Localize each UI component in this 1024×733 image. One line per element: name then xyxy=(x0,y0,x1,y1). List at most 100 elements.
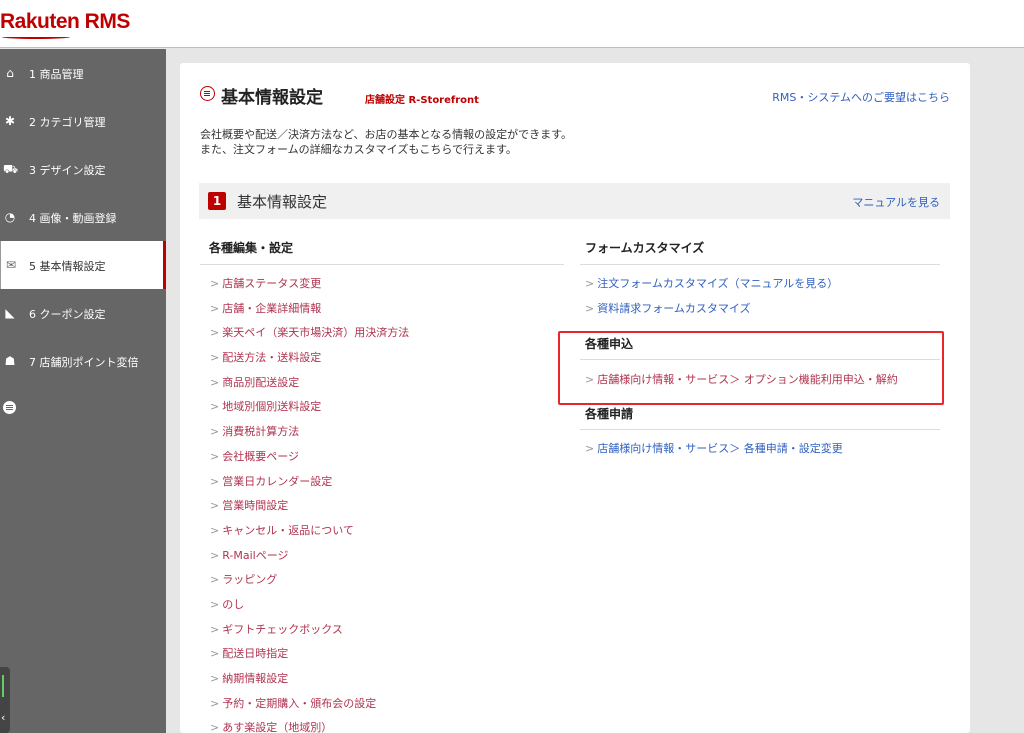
logo-text: Rakuten RMS xyxy=(0,10,130,33)
link-text[interactable]: 予約・定期購入・頒布会の設定 xyxy=(222,697,376,710)
link-item[interactable]: > R-Mailページ xyxy=(210,547,409,572)
sidebar-item-images[interactable]: ◔ 4 画像・動画登録 xyxy=(0,193,166,241)
link-text[interactable]: 配送日時指定 xyxy=(222,647,288,660)
sidebar-item-basic-settings[interactable]: ✉ 5 基本情報設定 xyxy=(0,241,166,289)
link-item[interactable]: > 店舗・企業詳細情報 xyxy=(210,300,409,325)
link-text[interactable]: 営業日カレンダー設定 xyxy=(222,475,332,488)
chevron-right-icon: > xyxy=(210,696,220,710)
link-item[interactable]: > 店舗ステータス変更 xyxy=(210,275,409,300)
link-text[interactable]: ギフトチェックボックス xyxy=(222,623,343,636)
sidebar-item-label: 5 基本情報設定 xyxy=(29,260,106,273)
chevron-right-icon: > xyxy=(210,548,220,562)
link-item[interactable]: > のし xyxy=(210,596,409,621)
form-customize-heading: フォームカスタマイズ xyxy=(585,241,705,255)
link-item[interactable]: > 地域別個別送料設定 xyxy=(210,398,409,423)
rakuten-rms-logo[interactable]: Rakuten RMS xyxy=(0,10,130,39)
main-panel: 基本情報設定 店舗設定 R-Storefront RMS・システムへのご要望はこ… xyxy=(180,63,970,733)
signal-bars-icon xyxy=(2,675,7,697)
sidebar-item-products[interactable]: ⌂ 1 商品管理 xyxy=(0,49,166,97)
link-item[interactable]: > 営業日カレンダー設定 xyxy=(210,473,409,498)
link-item[interactable]: > 納期情報設定 xyxy=(210,670,409,695)
link-text[interactable]: あす楽設定（地域別） xyxy=(222,721,332,733)
chevron-right-icon: > xyxy=(585,442,595,455)
link-text[interactable]: 商品別配送設定 xyxy=(222,376,299,389)
link-item[interactable]: > 楽天ペイ（楽天市場決済）用決済方法 xyxy=(210,324,409,349)
chevron-right-icon: > xyxy=(210,449,220,463)
link-item[interactable]: > 予約・定期購入・頒布会の設定 xyxy=(210,695,409,720)
divider xyxy=(580,264,940,265)
link-item[interactable]: > 注文フォームカスタマイズ（マニュアルを見る） xyxy=(585,275,838,300)
chat-icon: ✉ xyxy=(5,258,17,272)
sidebar-item-design[interactable]: ⛟ 3 デザイン設定 xyxy=(0,145,166,193)
page-subtitle: 店舗設定 R-Storefront xyxy=(365,95,479,106)
users-icon: ☗ xyxy=(4,354,16,368)
link-text[interactable]: 地域別個別送料設定 xyxy=(222,400,321,413)
link-text[interactable]: 納期情報設定 xyxy=(222,672,288,685)
pie-chart-icon: ◔ xyxy=(4,210,16,224)
page-description: 会社概要や配送／決済方法など、お店の基本となる情報の設定ができます。 また、注文… xyxy=(200,127,572,157)
logo-swoosh xyxy=(2,35,70,39)
link-item[interactable]: > キャンセル・返品について xyxy=(210,522,409,547)
megaphone-icon: ◣ xyxy=(5,306,15,320)
link-item[interactable]: > ラッピング xyxy=(210,571,409,596)
link-item[interactable]: > あす楽設定（地域別） xyxy=(210,719,409,733)
link-text[interactable]: 消費税計算方法 xyxy=(222,425,299,438)
rms-request-link[interactable]: RMS・システムへのご要望はこちら xyxy=(772,89,950,105)
link-text[interactable]: 楽天ペイ（楽天市場決済）用決済方法 xyxy=(222,326,409,339)
sidebar-item-label: 6 クーポン設定 xyxy=(29,308,106,321)
section-header: 1 基本情報設定 マニュアルを見る xyxy=(199,183,950,219)
sidebar-item-categories[interactable]: ✱ 2 カテゴリ管理 xyxy=(0,97,166,145)
top-bar: Rakuten RMS xyxy=(0,0,1024,48)
section-title: 基本情報設定 xyxy=(237,193,328,211)
link-text[interactable]: 配送方法・送料設定 xyxy=(222,351,321,364)
link-text[interactable]: 注文フォームカスタマイズ（マニュアルを見る） xyxy=(597,277,838,290)
description-line: 会社概要や配送／決済方法など、お店の基本となる情報の設定ができます。 xyxy=(200,128,573,141)
sidebar-item-points[interactable]: ☗ 7 店舗別ポイント変倍 xyxy=(0,337,166,385)
chevron-right-icon: > xyxy=(585,277,595,290)
link-text[interactable]: R-Mailページ xyxy=(222,549,288,562)
chevron-right-icon: > xyxy=(210,425,220,439)
sidebar-collapse-handle[interactable]: ‹ xyxy=(0,667,10,733)
sidebar-item-label: 7 店舗別ポイント変倍 xyxy=(29,356,139,369)
list-circle-icon xyxy=(200,86,215,101)
chevron-right-icon: > xyxy=(210,351,220,365)
link-item[interactable]: > 資料請求フォームカスタマイズ xyxy=(585,300,838,325)
page-title: 基本情報設定 xyxy=(221,88,323,108)
link-item[interactable]: > 商品別配送設定 xyxy=(210,374,409,399)
chevron-right-icon: > xyxy=(210,375,220,389)
section-number-badge: 1 xyxy=(208,192,226,210)
link-text[interactable]: 店舗ステータス変更 xyxy=(222,277,321,290)
link-item[interactable]: > ギフトチェックボックス xyxy=(210,621,409,646)
chevron-right-icon: > xyxy=(210,326,220,340)
cart-icon: ⛟ xyxy=(3,162,19,176)
link-text[interactable]: 資料請求フォームカスタマイズ xyxy=(597,302,750,315)
link-item[interactable]: > 配送方法・送料設定 xyxy=(210,349,409,374)
chevron-left-icon: ‹ xyxy=(1,711,6,724)
link-item[interactable]: > 営業時間設定 xyxy=(210,497,409,522)
gear-icon: ✱ xyxy=(4,114,16,128)
chevron-right-icon: > xyxy=(210,499,220,513)
link-item[interactable]: > 配送日時指定 xyxy=(210,645,409,670)
chevron-right-icon: > xyxy=(210,301,220,315)
sidebar-item-label: 3 デザイン設定 xyxy=(29,164,106,177)
link-item[interactable]: > 会社概要ページ xyxy=(210,448,409,473)
request-link-list: > 店舗様向け情報・サービス＞ 各種申請・設定変更 xyxy=(585,440,843,465)
chevron-right-icon: > xyxy=(210,523,220,537)
link-text[interactable]: のし xyxy=(222,598,244,611)
sidebar-item-coupons[interactable]: ◣ 6 クーポン設定 xyxy=(0,289,166,337)
request-heading: 各種申請 xyxy=(585,407,634,421)
link-text[interactable]: 店舗・企業詳細情報 xyxy=(222,302,321,315)
link-item[interactable]: > 消費税計算方法 xyxy=(210,423,409,448)
link-text[interactable]: 店舗様向け情報・サービス＞ 各種申請・設定変更 xyxy=(597,442,843,455)
manual-link[interactable]: マニュアルを見る xyxy=(852,194,940,210)
chevron-right-icon: > xyxy=(210,474,220,488)
link-text[interactable]: ラッピング xyxy=(222,573,277,586)
list-icon[interactable] xyxy=(3,401,16,414)
chevron-right-icon: > xyxy=(210,400,220,414)
link-text[interactable]: 会社概要ページ xyxy=(222,450,299,463)
link-text[interactable]: キャンセル・返品について xyxy=(222,524,354,537)
chevron-right-icon: > xyxy=(210,622,220,636)
divider xyxy=(580,429,940,430)
link-text[interactable]: 営業時間設定 xyxy=(222,499,288,512)
link-item[interactable]: > 店舗様向け情報・サービス＞ 各種申請・設定変更 xyxy=(585,440,843,465)
